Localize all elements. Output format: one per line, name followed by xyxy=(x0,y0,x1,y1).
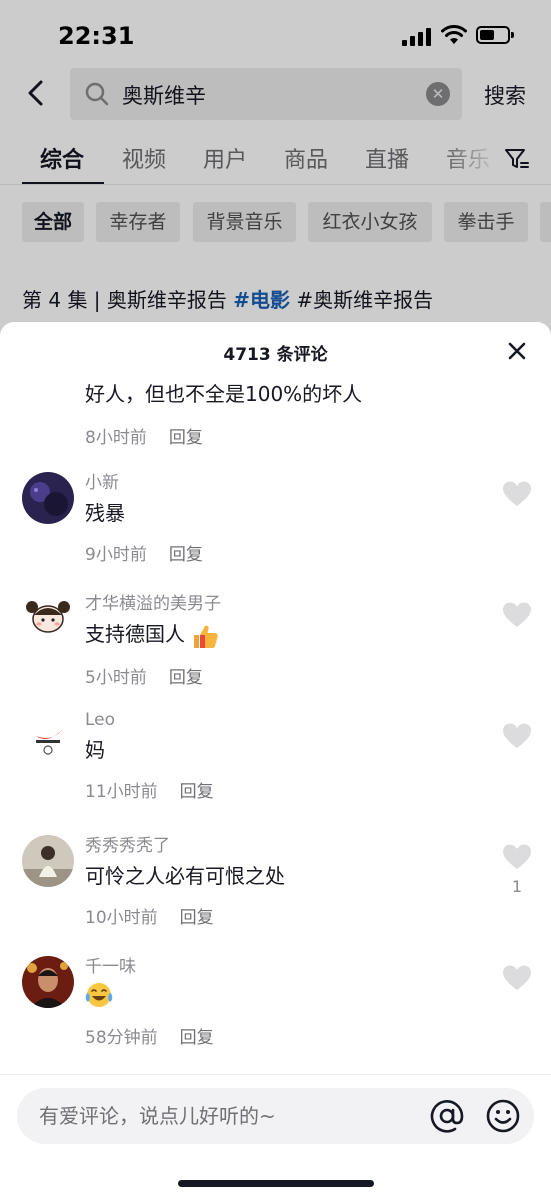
dark-night-avatar xyxy=(22,472,74,524)
comment-partial: 好人，但也不全是100%的坏人 8小时前 回复 xyxy=(85,378,362,448)
comment-input[interactable] xyxy=(39,1088,419,1144)
logo-avatar xyxy=(22,714,74,766)
thumbs-up-icon xyxy=(194,625,218,648)
emoji-icon[interactable] xyxy=(485,1098,521,1134)
comment-item: 小新 残暴 9小时前 回复 xyxy=(0,468,551,578)
avatar[interactable] xyxy=(22,956,74,1008)
comment-time: 5小时前 xyxy=(85,667,147,688)
comment-username[interactable]: 小新 xyxy=(85,468,203,493)
comment-text: 可怜之人必有可恨之处 xyxy=(85,864,285,888)
comment-text: 支持德国人 xyxy=(85,622,185,646)
avatar[interactable] xyxy=(22,835,74,887)
home-indicator xyxy=(178,1180,374,1187)
comment-item: Leo 妈 11小时前 回复 xyxy=(0,710,551,820)
comment-text: 好人，但也不全是100%的坏人 xyxy=(85,382,363,406)
avatar[interactable] xyxy=(22,714,74,766)
comment-time: 10小时前 xyxy=(85,908,158,928)
child-photo-avatar xyxy=(22,835,74,887)
reply-button[interactable]: 回复 xyxy=(169,428,203,448)
reply-button[interactable]: 回复 xyxy=(169,668,203,688)
comment-item: 才华横溢的美男子 支持德国人 5小时前 回复 xyxy=(0,589,551,699)
heart-icon[interactable] xyxy=(502,843,532,871)
comment-time: 9小时前 xyxy=(85,545,147,565)
comment-count-title: 4713 条评论 xyxy=(223,345,328,365)
comment-input-bar xyxy=(17,1088,534,1144)
like-count: 1 xyxy=(511,877,523,896)
comments-sheet: 4713 条评论 好人，但也不全是100%的坏人 8小时前 回复 小新 残暴 9小… xyxy=(0,322,551,1200)
heart-icon[interactable] xyxy=(502,964,532,992)
comment-item: 秀秀秀秃了 可怜之人必有可恨之处 10小时前 回复 1 xyxy=(0,831,551,941)
comment-username[interactable]: 才华横溢的美男子 xyxy=(85,589,221,614)
person-red-avatar xyxy=(22,956,74,1008)
avatar[interactable] xyxy=(22,472,74,524)
comment-time: 58分钟前 xyxy=(85,1028,158,1048)
heart-icon[interactable] xyxy=(502,601,532,629)
at-mention-icon[interactable] xyxy=(429,1098,465,1134)
reply-button[interactable]: 回复 xyxy=(169,545,203,565)
cartoon-girl-avatar xyxy=(22,593,74,645)
overlay-dim[interactable] xyxy=(0,0,551,340)
comments-header: 4713 条评论 xyxy=(0,322,551,378)
input-divider xyxy=(0,1074,551,1075)
reply-button[interactable]: 回复 xyxy=(180,782,214,802)
comment-username[interactable]: Leo xyxy=(85,710,214,730)
laughing-crying-icon xyxy=(85,983,113,1007)
avatar[interactable] xyxy=(22,593,74,645)
comment-time: 8小时前 xyxy=(85,428,147,448)
comment-username[interactable]: 千一味 xyxy=(85,952,214,977)
comment-text: 残暴 xyxy=(85,501,125,525)
comment-item: 千一味 58分钟前 回复 xyxy=(0,952,551,1062)
reply-button[interactable]: 回复 xyxy=(180,908,214,928)
comment-text: 妈 xyxy=(85,738,105,762)
heart-icon[interactable] xyxy=(502,480,532,508)
comment-time: 11小时前 xyxy=(85,782,158,802)
reply-button[interactable]: 回复 xyxy=(180,1028,214,1048)
comment-username[interactable]: 秀秀秀秃了 xyxy=(85,831,285,856)
close-icon[interactable] xyxy=(505,339,529,363)
heart-icon[interactable] xyxy=(502,722,532,750)
